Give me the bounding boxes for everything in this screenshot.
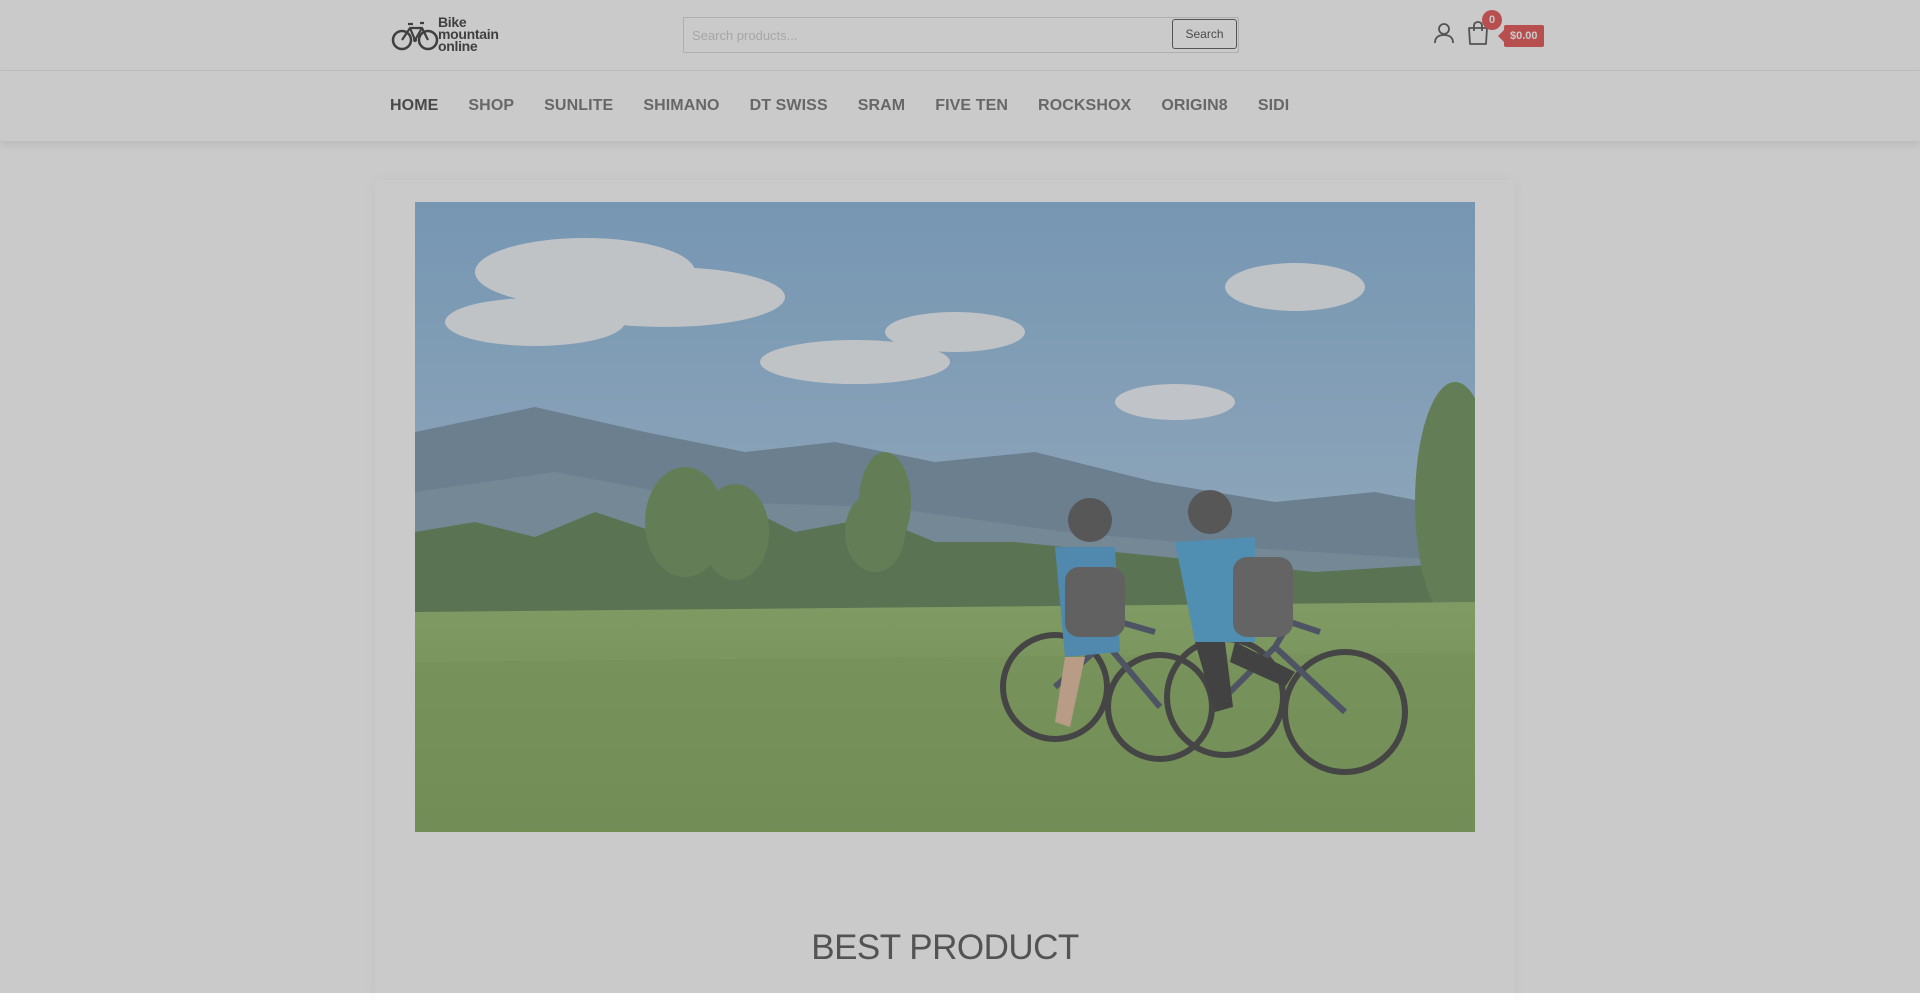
page-dim-overlay[interactable] [0,0,1920,993]
page: Bike mountain online Search 0 $0.00 HOME… [0,0,1920,1000]
